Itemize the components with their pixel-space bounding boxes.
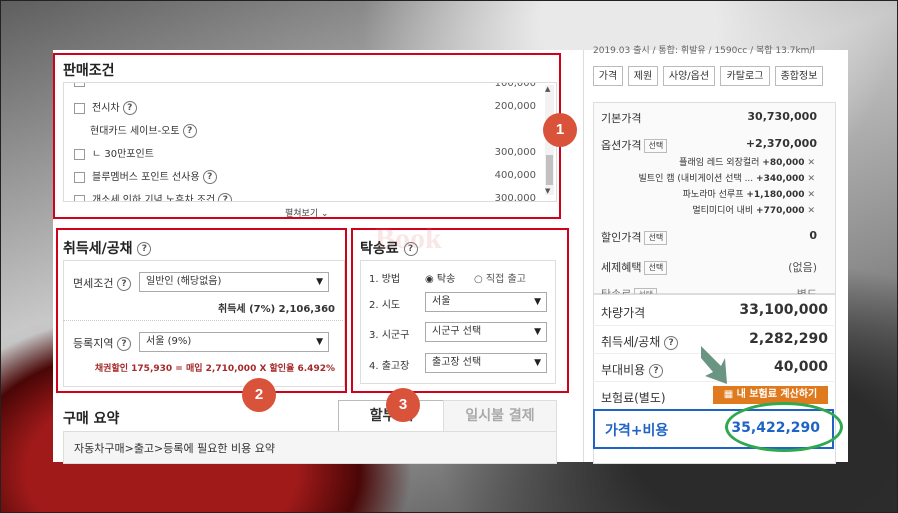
tab-options[interactable]: 사양/옵션 xyxy=(663,66,715,86)
discount-label: 할인가격 xyxy=(601,231,642,244)
divider xyxy=(583,50,584,462)
car-price-value: 33,100,000 xyxy=(739,302,828,318)
tax-benefit-label-wrap: 세제혜택 선택 xyxy=(601,259,668,275)
summary-desc-box: 자동차구매>출고>등록에 필요한 비용 요약 xyxy=(63,431,557,464)
remove-icon[interactable]: ✕ xyxy=(807,190,815,200)
tax-benefit-select-tag[interactable]: 선택 xyxy=(644,261,668,275)
discount-label-wrap: 할인가격 선택 xyxy=(601,229,668,245)
highlight-box-1 xyxy=(53,53,561,219)
total-label: 가격+비용 xyxy=(605,423,669,439)
remove-icon[interactable]: ✕ xyxy=(807,158,815,168)
option-price: +1,180,000 xyxy=(746,190,805,200)
option-item: 파노라마 선루프 +1,180,000 ✕ xyxy=(683,187,815,200)
option-item: 빌트인 캠 (내비게이션 선택 ... +340,000 ✕ xyxy=(639,171,815,184)
tab-catalog[interactable]: 카탈로그 xyxy=(720,66,770,86)
extra-cost-value: 40,000 xyxy=(773,359,828,375)
discount-value: 0 xyxy=(809,229,817,242)
base-price-label: 기본가격 xyxy=(601,112,642,125)
watermark-logo: Book xyxy=(375,222,442,255)
step-badge-3: 3 xyxy=(386,388,420,422)
option-item: 플래임 레드 외장컬러 +80,000 ✕ xyxy=(679,155,815,168)
option-price-label: 옵션가격 xyxy=(601,139,642,152)
option-price: +80,000 xyxy=(762,158,805,168)
remove-icon[interactable]: ✕ xyxy=(807,206,815,216)
summary-desc: 자동차구매>출고>등록에 필요한 비용 요약 xyxy=(74,442,275,455)
tax-benefit-value: (없음) xyxy=(788,261,817,274)
tax-total-label: 취득세/공채 xyxy=(601,335,661,349)
tab-overview[interactable]: 종합정보 xyxy=(775,66,823,86)
insurance-label: 보험료(별도) xyxy=(601,391,666,405)
extra-cost-label-wrap: 부대비용 ? xyxy=(601,361,663,378)
option-price-value: +2,370,000 xyxy=(745,137,817,150)
summary-title: 구매 요약 xyxy=(63,411,120,427)
tax-benefit-label: 세제혜택 xyxy=(601,261,642,274)
option-price-label-wrap: 옵션가격 선택 xyxy=(601,137,668,153)
option-name: 빌트인 캠 (내비게이션 선택 ... xyxy=(638,174,754,184)
step-badge-2: 2 xyxy=(242,378,276,412)
extra-cost-label: 부대비용 xyxy=(601,363,646,377)
tab-lump-sum[interactable]: 일시불 결제 xyxy=(443,400,557,432)
insurance-calc-button[interactable]: ▦ 내 보험료 계산하기 xyxy=(713,386,828,404)
option-item: 멀티미디어 내비 +770,000 ✕ xyxy=(692,203,815,216)
calculator-icon: ▦ xyxy=(723,389,734,400)
option-name: 플래임 레드 외장컬러 xyxy=(679,158,760,168)
highlight-box-2 xyxy=(56,228,347,393)
car-price-label: 차량가격 xyxy=(601,306,646,320)
tab-price[interactable]: 가격 xyxy=(593,66,623,86)
tax-total-value: 2,282,290 xyxy=(749,331,828,347)
tab-specs[interactable]: 제원 xyxy=(628,66,658,86)
highlight-ellipse xyxy=(725,402,843,452)
option-name: 멀티미디어 내비 xyxy=(692,206,754,216)
base-price-value: 30,730,000 xyxy=(747,110,817,123)
pointer-arrow-icon xyxy=(699,344,731,388)
remove-icon[interactable]: ✕ xyxy=(807,174,815,184)
model-spec-note: 2019.03 출시 / 통합: 휘발유 / 1590cc / 복합 13.7k… xyxy=(593,46,815,56)
option-select-tag[interactable]: 선택 xyxy=(644,139,668,153)
option-name: 파노라마 선루프 xyxy=(682,190,744,200)
price-calculator-panel: 2019.03 출시 / 통합: 휘발유 / 1590cc / 복합 13.7k… xyxy=(53,46,848,464)
option-price: +340,000 xyxy=(756,174,805,184)
divider xyxy=(593,325,834,326)
step-badge-1: 1 xyxy=(543,113,577,147)
help-icon[interactable]: ? xyxy=(664,335,679,350)
help-icon[interactable]: ? xyxy=(649,363,663,378)
discount-select-tag[interactable]: 선택 xyxy=(644,231,668,245)
tax-total-label-wrap: 취득세/공채 ? xyxy=(601,333,679,350)
insurance-calc-label: 내 보험료 계산하기 xyxy=(736,389,818,400)
option-price: +770,000 xyxy=(756,206,805,216)
